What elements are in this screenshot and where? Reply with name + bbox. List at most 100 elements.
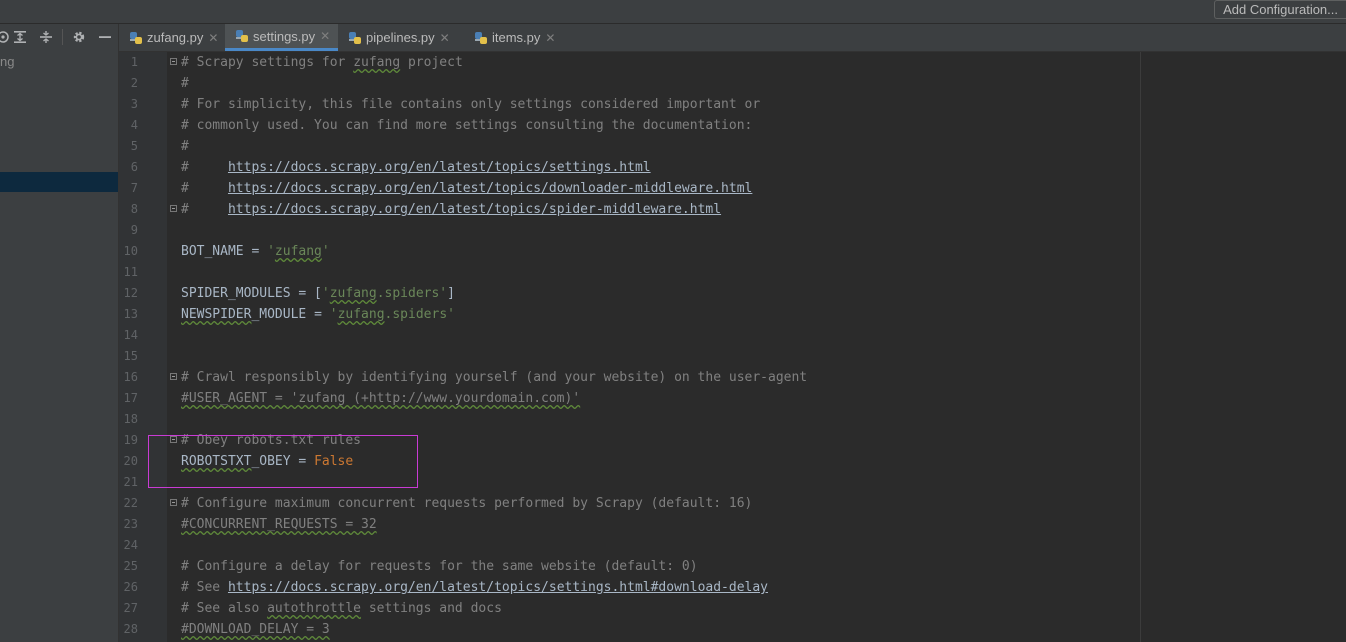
code-line[interactable]: 22 # Configure maximum concurrent request… [119, 493, 1346, 514]
code-text: SPIDER_MODULES = ['zufang.spiders'] [181, 283, 455, 304]
tab-pipelines-py[interactable]: pipelines.py ✕ [338, 24, 464, 51]
line-number: 11 [123, 265, 138, 279]
line-number: 10 [123, 244, 138, 258]
code-line[interactable]: 28 #DOWNLOAD_DELAY = 3 [119, 619, 1346, 640]
code-line[interactable]: 3 # For simplicity, this file contains on… [119, 94, 1346, 115]
code-line[interactable]: 9 [119, 220, 1346, 241]
code-line[interactable]: 5 # [119, 136, 1346, 157]
ide-window: Add Configuration... ng zufang.py ✕ sett… [0, 0, 1346, 642]
code-line[interactable]: 13 NEWSPIDER_MODULE = 'zufang.spiders' [119, 304, 1346, 325]
code-text: #USER_AGENT = 'zufang (+http://www.yourd… [181, 388, 580, 409]
code-token: project [400, 55, 463, 70]
code-text: # [181, 136, 189, 157]
code-line[interactable]: 12 SPIDER_MODULES = ['zufang.spiders'] [119, 283, 1346, 304]
doc-link[interactable]: https://docs.scrapy.org/en/latest/topics… [228, 181, 752, 196]
code-line[interactable]: 10 BOT_NAME = 'zufang' [119, 241, 1346, 262]
tab-settings-py[interactable]: settings.py ✕ [225, 24, 338, 51]
code-text: # See https://docs.scrapy.org/en/latest/… [181, 577, 768, 598]
doc-link[interactable]: https://docs.scrapy.org/en/latest/topics… [228, 202, 721, 217]
close-icon[interactable]: ✕ [208, 31, 218, 45]
code-token: autothrottle [267, 601, 362, 616]
code-line[interactable]: 17 #USER_AGENT = 'zufang (+http://www.you… [119, 388, 1346, 409]
code-line[interactable]: 16 # Crawl responsibly by identifying you… [119, 367, 1346, 388]
doc-link[interactable]: https://docs.scrapy.org/en/latest/topics… [228, 580, 768, 595]
code-line[interactable]: 6 # https://docs.scrapy.org/en/latest/top… [119, 157, 1346, 178]
toolbar-separator [62, 29, 63, 45]
code-line[interactable]: 11 [119, 262, 1346, 283]
code-text: # commonly used. You can find more setti… [181, 115, 752, 136]
code-line[interactable]: 18 [119, 409, 1346, 430]
line-number: 1 [130, 55, 138, 69]
close-icon[interactable]: ✕ [440, 31, 450, 45]
code-text: BOT_NAME = 'zufang' [181, 241, 330, 262]
code-line[interactable]: 27 # See also autothrottle settings and d… [119, 598, 1346, 619]
line-number: 12 [123, 286, 138, 300]
code-line[interactable]: 26 # See https://docs.scrapy.org/en/lates… [119, 577, 1346, 598]
code-token: # Configure maximum concurrent requests … [181, 496, 753, 511]
code-text: # [181, 73, 189, 94]
code-line[interactable]: 20 ROBOTSTXT_OBEY = False [119, 451, 1346, 472]
code-token: # See [181, 580, 228, 595]
line-number: 2 [130, 76, 138, 90]
fold-marker-icon[interactable] [170, 436, 177, 443]
code-line[interactable]: 14 [119, 325, 1346, 346]
line-number: 4 [130, 118, 138, 132]
code-token: #DOWNLOAD_DELAY = 3 [181, 622, 330, 637]
project-tree-item[interactable]: ng [0, 54, 14, 69]
tab-items-py[interactable]: items.py ✕ [464, 24, 559, 51]
line-number: 7 [130, 181, 138, 195]
code-line[interactable]: 24 [119, 535, 1346, 556]
expand-all-icon[interactable] [11, 28, 29, 46]
close-icon[interactable]: ✕ [320, 29, 330, 43]
code-editor[interactable]: 1 # Scrapy settings for zufang project 2 #3… [119, 52, 1346, 642]
code-text: # For simplicity, this file contains onl… [181, 94, 760, 115]
code-line[interactable]: 8 # https://docs.scrapy.org/en/latest/top… [119, 199, 1346, 220]
gear-icon[interactable] [70, 28, 88, 46]
code-token: SPIDER_MODULES = [ [181, 286, 322, 301]
code-line[interactable]: 23 #CONCURRENT_REQUESTS = 32 [119, 514, 1346, 535]
fold-marker-icon[interactable] [170, 499, 177, 506]
minimize-icon[interactable] [96, 28, 114, 46]
code-text: #DOWNLOAD_DELAY = 3 [181, 619, 330, 640]
code-token: # Configure a delay for requests for the… [181, 559, 698, 574]
code-line[interactable]: 4 # commonly used. You can find more sett… [119, 115, 1346, 136]
code-text: # https://docs.scrapy.org/en/latest/topi… [181, 157, 651, 178]
code-token: BOT_NAME = [181, 244, 268, 259]
code-token: # For simplicity, this file contains onl… [181, 97, 761, 112]
code-token: False [314, 454, 354, 469]
code-token: zufang [329, 286, 377, 301]
line-number: 8 [130, 202, 138, 216]
python-file-icon [236, 30, 248, 42]
code-line[interactable]: 15 [119, 346, 1346, 367]
code-token: # [181, 160, 228, 175]
fold-marker-icon[interactable] [170, 205, 177, 212]
code-token: # Scrapy settings for [181, 55, 354, 70]
tab-zufang-py[interactable]: zufang.py ✕ [119, 24, 225, 51]
code-token: ' [267, 244, 275, 259]
code-line[interactable]: 21 [119, 472, 1346, 493]
project-tree-selected-row[interactable] [0, 172, 118, 192]
line-number: 9 [130, 223, 138, 237]
fold-marker-icon[interactable] [170, 58, 177, 65]
code-line[interactable]: 7 # https://docs.scrapy.org/en/latest/top… [119, 178, 1346, 199]
add-configuration-button[interactable]: Add Configuration... [1214, 0, 1346, 19]
doc-link[interactable]: https://docs.scrapy.org/en/latest/topics… [228, 160, 651, 175]
code-line[interactable]: 1 # Scrapy settings for zufang project [119, 52, 1346, 73]
python-file-icon [475, 31, 487, 44]
code-line[interactable]: 2 # [119, 73, 1346, 94]
fold-marker-icon[interactable] [170, 373, 177, 380]
code-text: ROBOTSTXT_OBEY = False [181, 451, 353, 472]
code-line[interactable]: 25 # Configure a delay for requests for t… [119, 556, 1346, 577]
close-icon[interactable]: ✕ [545, 31, 555, 45]
line-number: 27 [123, 601, 138, 615]
code-token: .spiders' [376, 286, 448, 301]
python-file-icon [349, 31, 361, 44]
tab-label: items.py [492, 30, 541, 45]
project-panel: ng [0, 24, 119, 642]
code-token: zufang [274, 244, 322, 259]
code-text: # See also autothrottle settings and doc… [181, 598, 502, 619]
code-token: ' [329, 307, 338, 322]
code-token: # See also [181, 601, 268, 616]
code-line[interactable]: 19 # Obey robots.txt rules [119, 430, 1346, 451]
collapse-all-icon[interactable] [37, 28, 55, 46]
